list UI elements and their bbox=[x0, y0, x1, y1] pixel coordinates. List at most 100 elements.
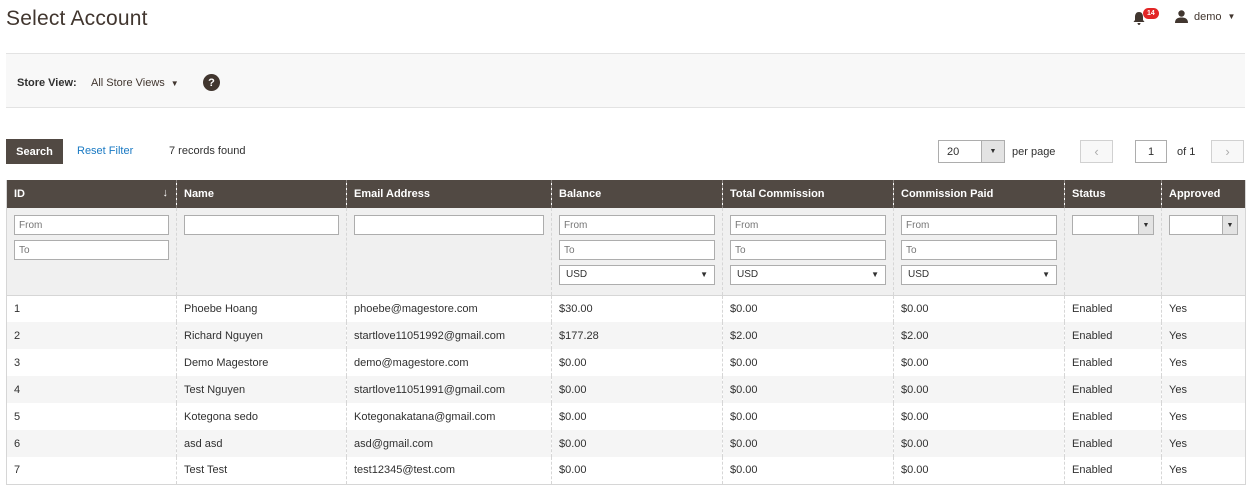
name-filter-input[interactable] bbox=[184, 215, 339, 235]
cell-approved: Yes bbox=[1161, 322, 1246, 349]
search-button[interactable]: Search bbox=[6, 139, 63, 164]
accounts-grid: ID ↓ Name Email Address Balance Total Com… bbox=[6, 180, 1246, 485]
cell-id: 4 bbox=[6, 376, 177, 403]
help-icon[interactable]: ? bbox=[203, 74, 220, 91]
cell-id: 2 bbox=[6, 322, 177, 349]
chevron-left-icon: ‹ bbox=[1094, 144, 1099, 159]
status-filter-select[interactable]: ▼ bbox=[1072, 215, 1154, 235]
previous-page-button[interactable]: ‹ bbox=[1080, 140, 1113, 163]
total-commission-currency-select[interactable]: USD ▼ bbox=[730, 265, 886, 285]
filter-cell-balance: USD ▼ bbox=[551, 208, 723, 296]
cell-email: demo@magestore.com bbox=[346, 349, 552, 376]
username: demo bbox=[1194, 10, 1222, 23]
column-header-status[interactable]: Status bbox=[1064, 180, 1162, 208]
chevron-right-icon: › bbox=[1225, 144, 1230, 159]
cell-name: Demo Magestore bbox=[176, 349, 347, 376]
column-header-name[interactable]: Name bbox=[176, 180, 347, 208]
column-header-commission-paid[interactable]: Commission Paid bbox=[893, 180, 1065, 208]
cell-id: 5 bbox=[6, 403, 177, 430]
table-row[interactable]: 4 Test Nguyen startlove11051991@gmail.co… bbox=[6, 376, 1246, 403]
cell-status: Enabled bbox=[1064, 322, 1162, 349]
column-header-email[interactable]: Email Address bbox=[346, 180, 552, 208]
per-page-label: per page bbox=[1012, 146, 1056, 158]
table-row[interactable]: 6 asd asd asd@gmail.com $0.00 $0.00 $0.0… bbox=[6, 430, 1246, 457]
records-found: 7 records found bbox=[169, 145, 246, 157]
cell-status: Enabled bbox=[1064, 457, 1162, 484]
balance-currency-select[interactable]: USD ▼ bbox=[559, 265, 715, 285]
commission-paid-currency-select[interactable]: USD ▼ bbox=[901, 265, 1057, 285]
cell-approved: Yes bbox=[1161, 430, 1246, 457]
table-row[interactable]: 1 Phoebe Hoang phoebe@magestore.com $30.… bbox=[6, 295, 1246, 322]
store-view-switcher[interactable]: All Store Views ▼ bbox=[91, 77, 179, 89]
cell-approved: Yes bbox=[1161, 349, 1246, 376]
table-row[interactable]: 2 Richard Nguyen startlove11051992@gmail… bbox=[6, 322, 1246, 349]
filter-cell-name bbox=[176, 208, 347, 296]
cell-balance: $0.00 bbox=[551, 349, 723, 376]
cell-total-commission: $0.00 bbox=[722, 403, 894, 430]
cell-email: phoebe@magestore.com bbox=[346, 295, 552, 322]
store-view-value: All Store Views bbox=[91, 77, 165, 89]
column-header-total-commission[interactable]: Total Commission bbox=[722, 180, 894, 208]
cell-approved: Yes bbox=[1161, 376, 1246, 403]
column-header-approved[interactable]: Approved bbox=[1161, 180, 1246, 208]
user-icon bbox=[1175, 10, 1188, 23]
chevron-down-icon: ▼ bbox=[1138, 216, 1153, 234]
email-filter-input[interactable] bbox=[354, 215, 544, 235]
cell-balance: $0.00 bbox=[551, 376, 723, 403]
cell-status: Enabled bbox=[1064, 376, 1162, 403]
cell-status: Enabled bbox=[1064, 430, 1162, 457]
cell-commission-paid: $0.00 bbox=[893, 403, 1065, 430]
id-from-input[interactable] bbox=[14, 215, 169, 235]
table-row[interactable]: 7 Test Test test12345@test.com $0.00 $0.… bbox=[6, 457, 1246, 484]
balance-from-input[interactable] bbox=[559, 215, 715, 235]
currency-value: USD bbox=[566, 269, 588, 280]
cell-commission-paid: $0.00 bbox=[893, 376, 1065, 403]
cell-name: Richard Nguyen bbox=[176, 322, 347, 349]
cell-commission-paid: $2.00 bbox=[893, 322, 1065, 349]
commission-paid-from-input[interactable] bbox=[901, 215, 1057, 235]
cell-id: 1 bbox=[6, 295, 177, 322]
chevron-down-icon[interactable]: ▼ bbox=[981, 141, 1004, 162]
column-header-id[interactable]: ID ↓ bbox=[6, 180, 177, 208]
notifications-button[interactable]: 14 bbox=[1133, 8, 1163, 28]
filter-row: USD ▼ USD ▼ USD ▼ bbox=[6, 208, 1246, 296]
store-view-label: Store View: bbox=[17, 77, 77, 89]
cell-total-commission: $2.00 bbox=[722, 322, 894, 349]
filter-cell-commission-paid: USD ▼ bbox=[893, 208, 1065, 296]
approved-filter-select[interactable]: ▼ bbox=[1169, 215, 1238, 235]
cell-email: asd@gmail.com bbox=[346, 430, 552, 457]
user-menu[interactable]: demo ▼ bbox=[1175, 10, 1235, 23]
cell-name: Phoebe Hoang bbox=[176, 295, 347, 322]
cell-name: asd asd bbox=[176, 430, 347, 457]
notification-count-badge: 14 bbox=[1143, 8, 1159, 19]
next-page-button[interactable]: › bbox=[1211, 140, 1244, 163]
table-row[interactable]: 5 Kotegona sedo Kotegonakatana@gmail.com… bbox=[6, 403, 1246, 430]
cell-status: Enabled bbox=[1064, 349, 1162, 376]
chevron-down-icon: ▼ bbox=[1042, 270, 1050, 279]
commission-paid-to-input[interactable] bbox=[901, 240, 1057, 260]
cell-email: startlove11051992@gmail.com bbox=[346, 322, 552, 349]
total-commission-from-input[interactable] bbox=[730, 215, 886, 235]
balance-to-input[interactable] bbox=[559, 240, 715, 260]
column-header-balance[interactable]: Balance bbox=[551, 180, 723, 208]
table-row[interactable]: 3 Demo Magestore demo@magestore.com $0.0… bbox=[6, 349, 1246, 376]
sort-arrow-icon: ↓ bbox=[162, 187, 169, 199]
page-number-input[interactable] bbox=[1135, 140, 1167, 163]
store-view-bar: Store View: All Store Views ▼ ? bbox=[6, 53, 1245, 108]
cell-email: test12345@test.com bbox=[346, 457, 552, 484]
filter-cell-approved: ▼ bbox=[1161, 208, 1246, 296]
cell-id: 6 bbox=[6, 430, 177, 457]
id-to-input[interactable] bbox=[14, 240, 169, 260]
cell-email: Kotegonakatana@gmail.com bbox=[346, 403, 552, 430]
page-title: Select Account bbox=[6, 7, 148, 30]
chevron-down-icon: ▼ bbox=[700, 270, 708, 279]
cell-approved: Yes bbox=[1161, 457, 1246, 484]
cell-name: Test Nguyen bbox=[176, 376, 347, 403]
reset-filter-link[interactable]: Reset Filter bbox=[77, 145, 133, 157]
chevron-down-icon: ▼ bbox=[871, 270, 879, 279]
total-commission-to-input[interactable] bbox=[730, 240, 886, 260]
cell-balance: $0.00 bbox=[551, 430, 723, 457]
cell-balance: $177.28 bbox=[551, 322, 723, 349]
cell-commission-paid: $0.00 bbox=[893, 349, 1065, 376]
per-page-select[interactable]: 20 ▼ bbox=[938, 140, 1005, 163]
